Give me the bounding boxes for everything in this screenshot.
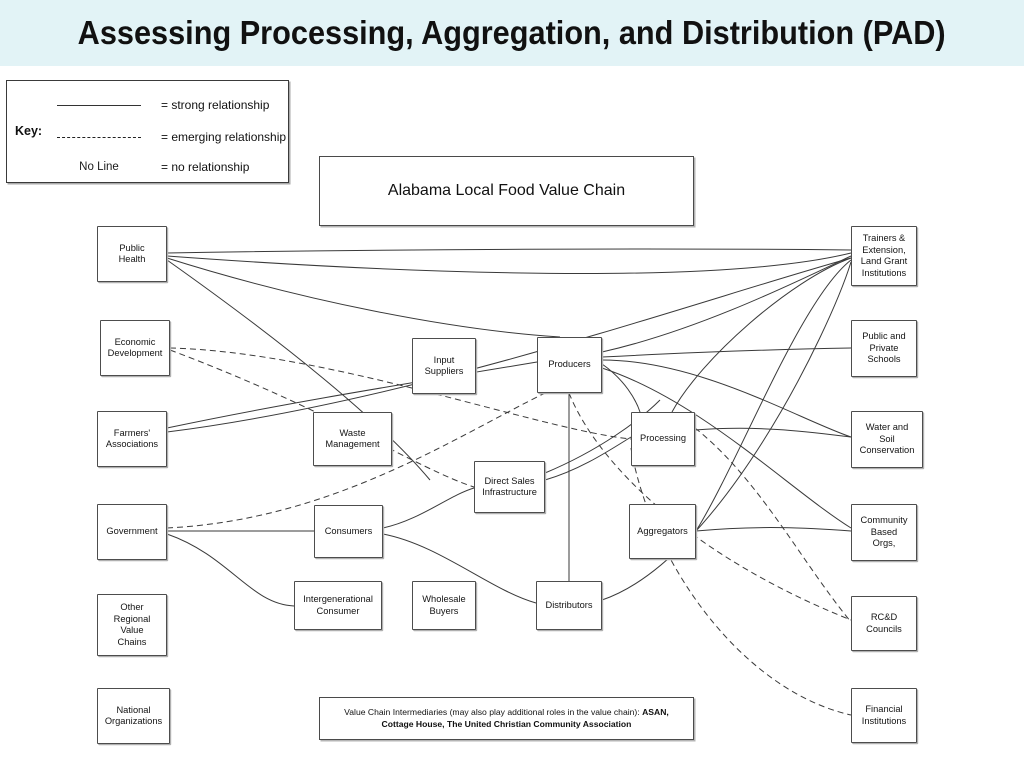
node-other_regional[interactable]: Other Regional Value Chains [97,594,167,656]
node-farmers_associations[interactable]: Farmers' Associations [97,411,167,467]
node-public_private[interactable]: Public and Private Schools [851,320,917,377]
node-label-consumers: Consumers [324,525,373,536]
node-trainers_extension[interactable]: Trainers & Extension, Land Grant Institu… [851,226,917,286]
node-wholesale_buyers[interactable]: Wholesale Buyers [412,581,476,630]
edge-government-to-intergenerational [166,533,295,607]
node-public_health[interactable]: Public Health [97,226,167,282]
node-label-distributors: Distributors [545,599,593,610]
dashed-line-icon [57,136,141,138]
footer-note-plain: Value Chain Intermediaries (may also pla… [344,707,643,717]
node-label-public_health: Public Health [118,242,146,265]
node-national_orgs[interactable]: National Organizations [97,688,170,744]
node-label-aggregators: Aggregators [637,525,688,536]
footer-note-text: Value Chain Intermediaries (may also pla… [328,707,685,730]
chart-title-box: Alabama Local Food Value Chain [319,156,694,226]
legend-desc-emerging: = emerging relationship [161,130,287,144]
edge-public_health-to-producers [166,257,561,338]
node-label-economic_development: Economic Development [107,336,163,359]
legend-key-box: Key: = strong relationship = emerging re… [6,80,289,183]
node-label-national_orgs: National Organizations [104,704,163,727]
legend-row-emerging: = emerging relationship [55,127,290,147]
node-label-producers: Producers [548,359,591,370]
edge-producers-to-public_private [601,347,852,358]
legend-row-none: No Line = no relationship [55,157,290,177]
node-label-direct_sales: Direct Sales Infrastructure [482,475,537,498]
page-title: Assessing Processing, Aggregation, and D… [78,14,946,51]
node-community_orgs[interactable]: Community Based Orgs, [851,504,917,561]
legend-sample-dashed-line [55,136,143,138]
node-producers[interactable]: Producers [537,337,602,393]
node-economic_development[interactable]: Economic Development [100,320,170,376]
node-label-community_orgs: Community Based Orgs, [860,515,908,549]
edge-public_health-to-trainers_extension [166,252,852,275]
node-direct_sales[interactable]: Direct Sales Infrastructure [474,461,545,513]
edge-producers-to-processing [601,363,641,413]
node-input_suppliers[interactable]: Input Suppliers [412,338,476,394]
node-label-waste_management: Waste Management [325,427,380,450]
edge-public_health-to-trainers_extension [166,248,852,254]
footer-note-box: Value Chain Intermediaries (may also pla… [319,697,694,740]
edge-processing-to-rcd_councils [694,427,852,623]
node-label-public_private: Public and Private Schools [862,331,906,365]
node-financial_inst[interactable]: Financial Institutions [851,688,917,743]
node-waste_management[interactable]: Waste Management [313,412,392,466]
node-label-wholesale_buyers: Wholesale Buyers [422,594,466,616]
node-label-processing: Processing [640,433,686,444]
legend-desc-none: = no relationship [161,160,250,174]
solid-line-icon [57,104,141,106]
edge-direct_sales-to-processing [544,436,632,481]
node-label-financial_inst: Financial Institutions [861,704,907,726]
edge-aggregators-to-community_orgs [695,527,852,532]
node-label-intergenerational: Intergenerational Consumer [303,594,373,616]
node-rcd_councils[interactable]: RC&D Councils [851,596,917,651]
edge-farmers_associations-to-trainers_extension [166,257,852,433]
header-banner: Assessing Processing, Aggregation, and D… [0,0,1024,66]
node-intergenerational[interactable]: Intergenerational Consumer [294,581,382,630]
node-label-trainers_extension: Trainers & Extension, Land Grant Institu… [860,233,908,278]
node-distributors[interactable]: Distributors [536,581,602,630]
edge-processing-to-trainers_extension [671,257,852,413]
edge-aggregators-to-trainers_extension [695,259,852,532]
node-label-government: Government [106,526,158,537]
legend-sample-no-line: No Line [55,161,143,173]
legend-key-label: Key: [15,124,43,138]
legend-sample-solid-line [55,104,143,106]
no-line-label: No Line [79,161,119,173]
edge-consumers-to-direct_sales [382,487,475,529]
node-aggregators[interactable]: Aggregators [629,504,696,559]
node-water_soil[interactable]: Water and Soil Conservation [851,411,923,468]
node-consumers[interactable]: Consumers [314,505,383,558]
node-label-rcd_councils: RC&D Councils [866,612,902,634]
legend-desc-strong: = strong relationship [161,98,270,112]
edge-producers-to-trainers_extension [601,255,852,353]
node-processing[interactable]: Processing [631,412,695,466]
legend-row-strong: = strong relationship [55,95,290,115]
node-label-farmers_associations: Farmers' Associations [105,427,159,450]
node-label-other_regional: Other Regional Value Chains [113,602,151,647]
edge-processing-to-financial_inst [630,447,852,716]
node-label-input_suppliers: Input Suppliers [424,354,464,377]
chart-title-text: Alabama Local Food Value Chain [387,182,626,199]
node-label-water_soil: Water and Soil Conservation [859,422,915,456]
node-government[interactable]: Government [97,504,167,560]
